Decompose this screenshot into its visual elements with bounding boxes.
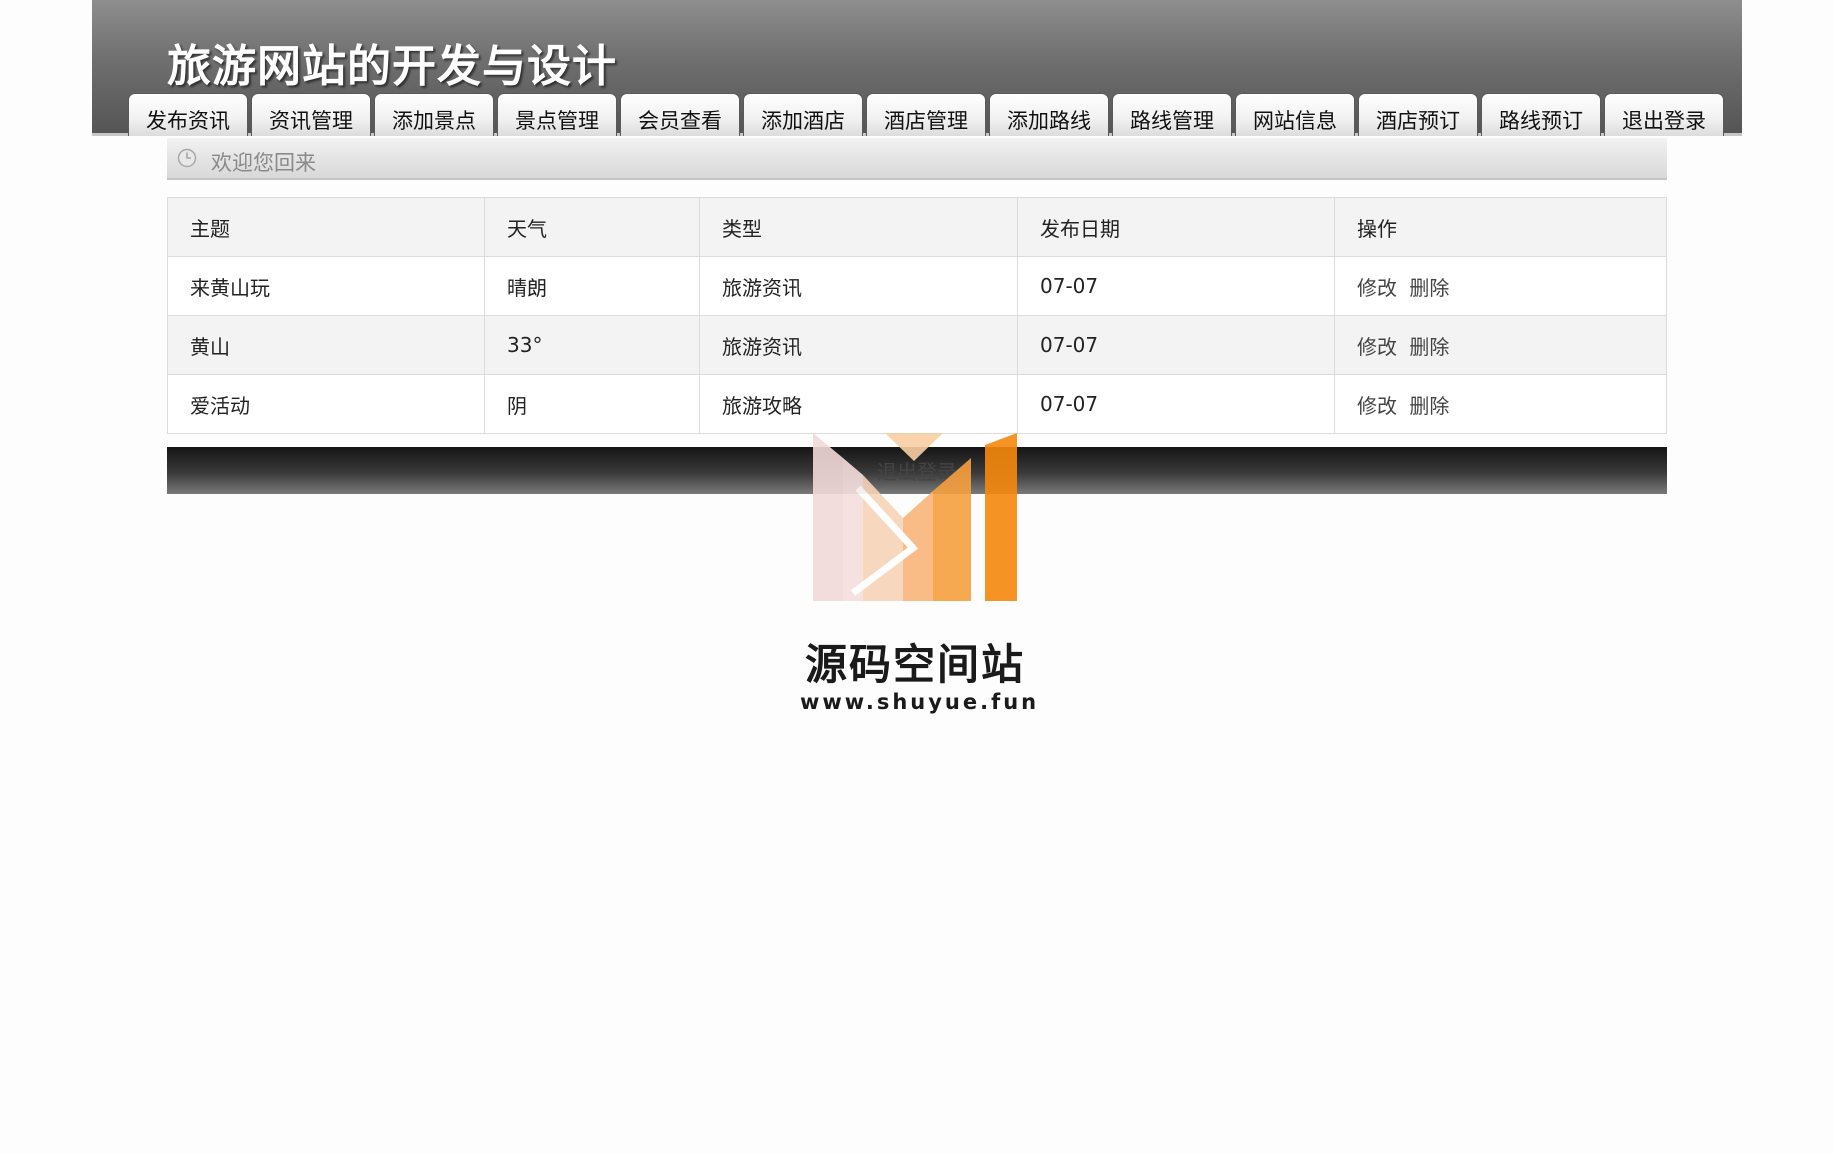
cell-date: 07-07 xyxy=(1017,256,1335,316)
delete-link[interactable]: 删除 xyxy=(1409,335,1449,359)
nav-tab-hotel-booking[interactable]: 酒店预订 xyxy=(1358,93,1478,136)
nav-tab-route-manage[interactable]: 路线管理 xyxy=(1112,93,1232,136)
column-header-actions: 操作 xyxy=(1334,197,1667,257)
main-nav: 发布资讯 资讯管理 添加景点 景点管理 会员查看 添加酒店 酒店管理 添加路线 … xyxy=(128,93,1727,136)
nav-tab-route-booking[interactable]: 路线预订 xyxy=(1481,93,1601,136)
edit-link[interactable]: 修改 xyxy=(1357,394,1397,418)
nav-tab-hotel-manage[interactable]: 酒店管理 xyxy=(866,93,986,136)
cell-date: 07-07 xyxy=(1017,374,1335,434)
welcome-text: 欢迎您回来 xyxy=(211,151,316,175)
nav-tab-add-route[interactable]: 添加路线 xyxy=(989,93,1109,136)
watermark-name: 源码空间站 xyxy=(804,640,1025,689)
edit-link[interactable]: 修改 xyxy=(1357,276,1397,300)
cell-weather: 晴朗 xyxy=(484,256,700,316)
nav-tab-attraction-manage[interactable]: 景点管理 xyxy=(497,93,617,136)
cell-topic: 来黄山玩 xyxy=(167,256,485,316)
nav-tab-members[interactable]: 会员查看 xyxy=(620,93,740,136)
cell-type: 旅游资讯 xyxy=(699,256,1018,316)
nav-tab-add-attraction[interactable]: 添加景点 xyxy=(374,93,494,136)
table-header-row: 主题 天气 类型 发布日期 操作 xyxy=(167,197,1667,257)
cell-actions: 修改 删除 xyxy=(1334,374,1667,434)
site-header: 旅游网站的开发与设计 发布资讯 资讯管理 添加景点 景点管理 会员查看 添加酒店… xyxy=(92,0,1742,136)
watermark-logo-icon xyxy=(813,433,1017,601)
column-header-topic: 主题 xyxy=(167,197,485,257)
delete-link[interactable]: 删除 xyxy=(1409,276,1449,300)
column-header-date: 发布日期 xyxy=(1017,197,1335,257)
clock-icon xyxy=(177,148,197,168)
welcome-bar: 欢迎您回来 xyxy=(167,138,1667,180)
cell-type: 旅游资讯 xyxy=(699,315,1018,375)
cell-actions: 修改 删除 xyxy=(1334,256,1667,316)
watermark-url: www.shuyue.fun xyxy=(800,690,1040,714)
cell-weather: 阴 xyxy=(484,374,700,434)
edit-link[interactable]: 修改 xyxy=(1357,335,1397,359)
cell-date: 07-07 xyxy=(1017,315,1335,375)
cell-weather: 33° xyxy=(484,315,700,375)
nav-tab-news-manage[interactable]: 资讯管理 xyxy=(251,93,371,136)
cell-topic: 爱活动 xyxy=(167,374,485,434)
site-title: 旅游网站的开发与设计 xyxy=(167,41,617,92)
delete-link[interactable]: 删除 xyxy=(1409,394,1449,418)
table-row: 爱活动 阴 旅游攻略 07-07 修改 删除 xyxy=(167,374,1667,434)
nav-tab-site-info[interactable]: 网站信息 xyxy=(1235,93,1355,136)
column-header-type: 类型 xyxy=(699,197,1018,257)
nav-tab-publish-news[interactable]: 发布资讯 xyxy=(128,93,248,136)
watermark: 源码空间站 www.shuyue.fun xyxy=(800,433,1040,733)
cell-type: 旅游攻略 xyxy=(699,374,1018,434)
table-row: 黄山 33° 旅游资讯 07-07 修改 删除 xyxy=(167,315,1667,375)
nav-tab-add-hotel[interactable]: 添加酒店 xyxy=(743,93,863,136)
cell-topic: 黄山 xyxy=(167,315,485,375)
table-row: 来黄山玩 晴朗 旅游资讯 07-07 修改 删除 xyxy=(167,256,1667,316)
column-header-weather: 天气 xyxy=(484,197,700,257)
cell-actions: 修改 删除 xyxy=(1334,315,1667,375)
news-table: 主题 天气 类型 发布日期 操作 来黄山玩 晴朗 旅游资讯 07-07 修改 删… xyxy=(167,197,1667,434)
nav-tab-logout[interactable]: 退出登录 xyxy=(1604,93,1724,136)
